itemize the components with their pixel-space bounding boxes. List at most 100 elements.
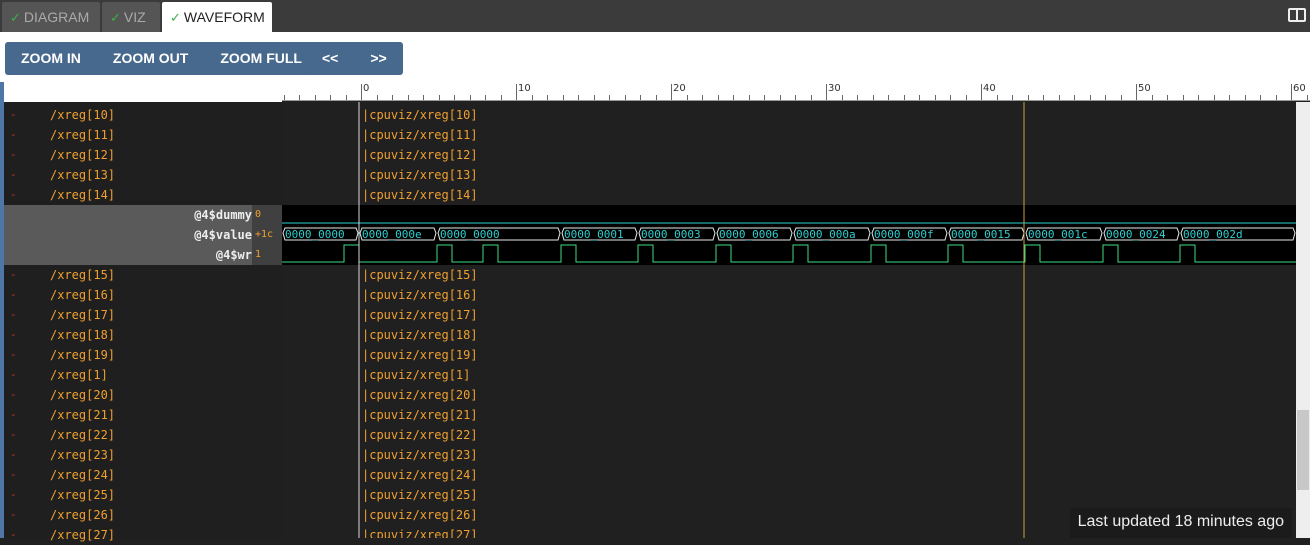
ruler-tick bbox=[686, 95, 688, 100]
zoom-full-button[interactable]: ZOOM FULL bbox=[204, 42, 318, 75]
signal-row[interactable]: - /xreg[14] bbox=[4, 185, 282, 205]
signal-row[interactable]: - /xreg[12] bbox=[4, 145, 282, 165]
ruler-tick bbox=[965, 95, 967, 100]
signal-row[interactable]: - /xreg[18] bbox=[4, 325, 282, 345]
signal-row[interactable]: - /xreg[26] bbox=[4, 505, 282, 525]
signal-row[interactable]: - /xreg[1] bbox=[4, 365, 282, 385]
collapse-icon[interactable]: - bbox=[10, 345, 17, 365]
scope-path-label: |cpuviz/xreg[16] bbox=[362, 288, 478, 302]
scope-path-label: |cpuviz/xreg[17] bbox=[362, 308, 478, 322]
collapse-icon[interactable]: - bbox=[10, 105, 17, 125]
ruler-label: 20 bbox=[673, 83, 686, 94]
signal-row[interactable]: - /xreg[25] bbox=[4, 485, 282, 505]
signal-row[interactable]: - /xreg[21] bbox=[4, 405, 282, 425]
prev-button[interactable]: << bbox=[306, 42, 354, 75]
collapse-icon[interactable]: - bbox=[10, 125, 17, 145]
value-segment-label: 0000_0006 bbox=[719, 228, 779, 241]
ruler-tick bbox=[1105, 95, 1106, 100]
value-segment-label: 0000_000f bbox=[874, 228, 934, 241]
collapse-icon[interactable]: - bbox=[10, 445, 17, 465]
tab-label: DIAGRAM bbox=[23, 9, 90, 25]
zoom-out-button[interactable]: ZOOM OUT bbox=[97, 42, 204, 75]
signal-name: @4$dummy bbox=[194, 208, 252, 222]
ruler-tick bbox=[857, 95, 858, 100]
tab-waveform[interactable]: ✓ WAVEFORM bbox=[162, 2, 272, 32]
collapse-icon[interactable]: - bbox=[10, 385, 17, 405]
ruler-label: 30 bbox=[828, 83, 841, 94]
signal-row[interactable]: - /xreg[15] bbox=[4, 265, 282, 285]
ruler-tick bbox=[469, 95, 471, 100]
next-button[interactable]: >> bbox=[354, 42, 402, 75]
signal-row-1[interactable]: @4$value +1c bbox=[4, 225, 282, 245]
signal-row[interactable]: - /xreg[19] bbox=[4, 345, 282, 365]
scope-path-label: |cpuviz/xreg[26] bbox=[362, 508, 478, 522]
scope-path-label: |cpuviz/xreg[22] bbox=[362, 428, 478, 442]
waveform-panel[interactable]: 0000_0000 0000_000e 0000_0000 0000_0001 0000… bbox=[282, 102, 1296, 538]
check-icon: ✓ bbox=[10, 11, 21, 26]
toolbar: ZOOM IN ZOOM OUT ZOOM FULL << >> bbox=[0, 32, 1310, 82]
collapse-icon[interactable]: - bbox=[10, 145, 17, 165]
ruler-tick bbox=[485, 95, 486, 100]
collapse-icon[interactable]: - bbox=[10, 165, 17, 185]
collapse-icon[interactable]: - bbox=[10, 465, 17, 485]
scope-path-label: |cpuviz/xreg[25] bbox=[362, 488, 478, 502]
scope-path-label: |cpuviz/xreg[19] bbox=[362, 348, 478, 362]
ruler-tick bbox=[500, 95, 502, 100]
collapse-icon[interactable]: - bbox=[10, 265, 17, 285]
ruler-tick bbox=[1058, 95, 1060, 100]
signal-row[interactable]: - /xreg[23] bbox=[4, 445, 282, 465]
signal-row[interactable]: - /xreg[11] bbox=[4, 125, 282, 145]
tab-viz[interactable]: ✓ VIZ bbox=[102, 2, 160, 32]
signal-row[interactable]: - /xreg[17] bbox=[4, 305, 282, 325]
collapse-icon[interactable]: - bbox=[10, 505, 17, 525]
check-icon: ✓ bbox=[110, 11, 121, 26]
collapse-icon[interactable]: - bbox=[10, 325, 17, 345]
ruler-label: 10 bbox=[518, 83, 531, 94]
ruler-tick bbox=[1260, 95, 1261, 100]
scope-path-label: |cpuviz/xreg[24] bbox=[362, 468, 478, 482]
time-ruler[interactable]: 0 10 20 30 40 50 60 bbox=[282, 82, 1310, 101]
ruler-tick bbox=[981, 84, 982, 100]
signal-name: /xreg[21] bbox=[50, 408, 116, 422]
collapse-icon[interactable]: - bbox=[10, 365, 17, 385]
name-column-header bbox=[0, 82, 282, 102]
scrollbar-thumb[interactable] bbox=[1297, 410, 1309, 490]
signal-row[interactable]: - /xreg[27] bbox=[4, 525, 282, 545]
collapse-icon[interactable]: - bbox=[10, 485, 17, 505]
signal-row-2[interactable]: @4$wr 1 bbox=[4, 245, 282, 265]
scope-path-label: |cpuviz/xreg[15] bbox=[362, 268, 478, 282]
collapse-icon[interactable]: - bbox=[10, 305, 17, 325]
collapse-icon[interactable]: - bbox=[10, 405, 17, 425]
signal-row[interactable]: - /xreg[16] bbox=[4, 285, 282, 305]
split-layout-icon[interactable] bbox=[1288, 8, 1306, 22]
signal-row[interactable]: - /xreg[20] bbox=[4, 385, 282, 405]
zoom-in-button[interactable]: ZOOM IN bbox=[5, 42, 97, 75]
signal-name: /xreg[18] bbox=[50, 328, 116, 342]
ruler-tick bbox=[795, 95, 796, 100]
signal-row-0[interactable]: @4$dummy 0 bbox=[4, 205, 282, 225]
signal-name: /xreg[11] bbox=[50, 128, 116, 142]
vertical-scrollbar[interactable] bbox=[1296, 102, 1310, 538]
scope-path-label: |cpuviz/xreg[1] bbox=[362, 368, 471, 382]
ruler-tick bbox=[872, 95, 874, 100]
collapse-icon[interactable]: - bbox=[10, 425, 17, 445]
scope-path-label: |cpuviz/xreg[14] bbox=[362, 188, 478, 202]
signal-name: @4$wr bbox=[215, 248, 252, 262]
signal-row[interactable]: - /xreg[10] bbox=[4, 105, 282, 125]
ruler-tick bbox=[299, 95, 300, 100]
ruler-tick bbox=[1182, 95, 1184, 100]
ruler-tick bbox=[950, 95, 951, 100]
scope-path-label: |cpuviz/xreg[20] bbox=[362, 388, 478, 402]
signal-name: /xreg[13] bbox=[50, 168, 116, 182]
signal-name: /xreg[19] bbox=[50, 348, 116, 362]
signal-row[interactable]: - /xreg[22] bbox=[4, 425, 282, 445]
tab-diagram[interactable]: ✓ DIAGRAM bbox=[2, 2, 100, 32]
signal-name: @4$value bbox=[194, 228, 252, 242]
collapse-icon[interactable]: - bbox=[10, 285, 17, 305]
signal-row[interactable]: - /xreg[24] bbox=[4, 465, 282, 485]
ruler-tick bbox=[392, 95, 393, 100]
ruler-tick bbox=[1151, 95, 1153, 100]
collapse-icon[interactable]: - bbox=[10, 185, 17, 205]
collapse-icon[interactable]: - bbox=[10, 525, 17, 545]
signal-row[interactable]: - /xreg[13] bbox=[4, 165, 282, 185]
